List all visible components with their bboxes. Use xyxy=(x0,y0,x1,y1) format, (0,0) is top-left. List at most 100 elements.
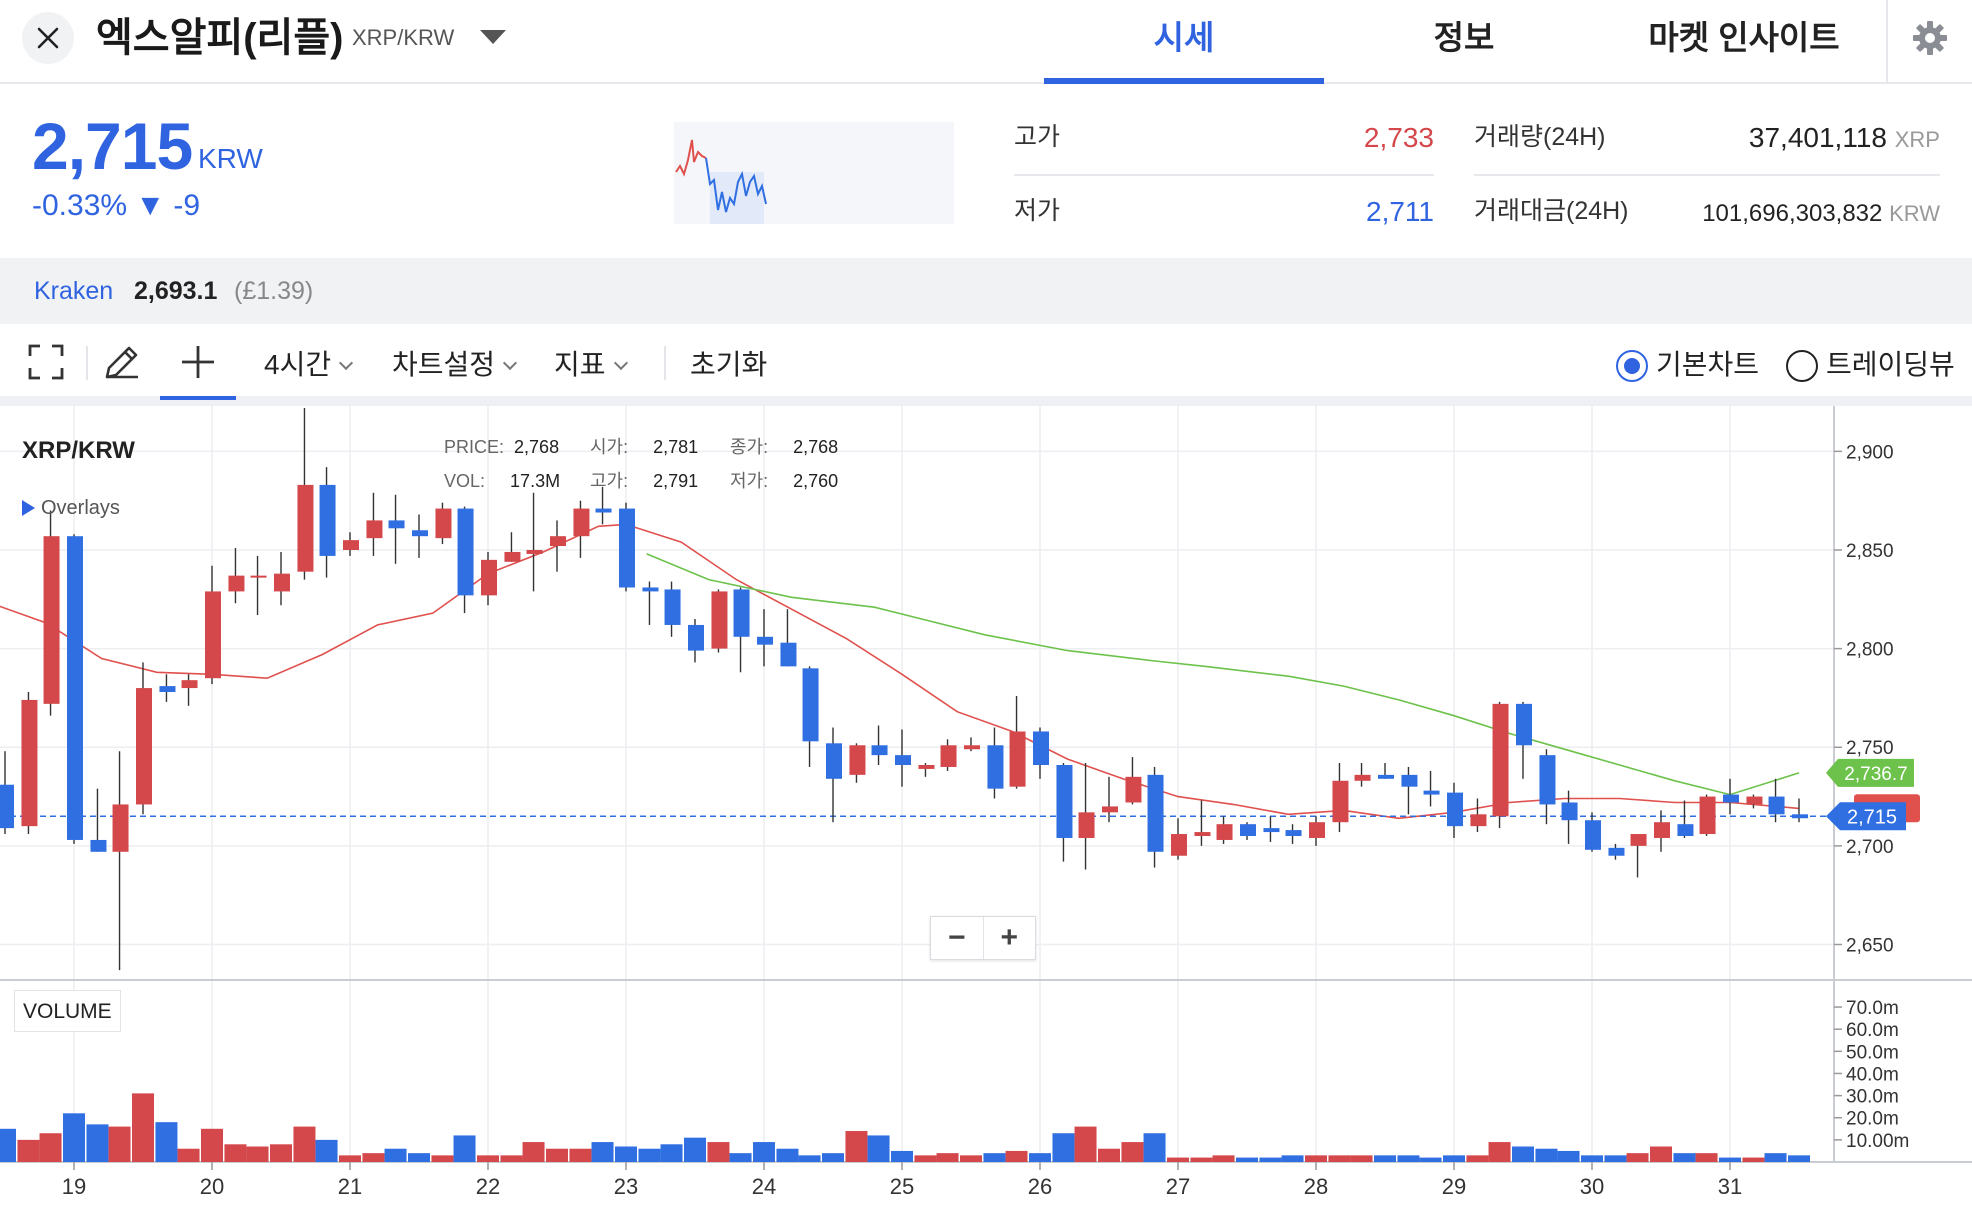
tab-market-insight[interactable]: 마켓 인사이트 xyxy=(1604,0,1884,84)
price-change: -0.33% ▼ -9 xyxy=(32,189,201,222)
overlays-label: Overlays xyxy=(41,497,120,519)
chevron-down-icon xyxy=(502,355,518,371)
zoom-out-button[interactable]: − xyxy=(931,917,984,959)
volume-bar xyxy=(1074,1126,1097,1162)
volume-bar xyxy=(822,1153,844,1162)
volume-bar xyxy=(1419,1157,1442,1162)
candle-down xyxy=(757,636,773,645)
candle-down xyxy=(457,508,474,596)
overlays-toggle[interactable]: Overlays xyxy=(22,496,120,520)
volume-bar xyxy=(17,1139,40,1162)
radio-basic-chart[interactable] xyxy=(1616,350,1648,382)
volume-bar xyxy=(1764,1153,1787,1162)
candle-up xyxy=(228,575,245,592)
chevron-down-icon xyxy=(339,355,354,371)
candle-up xyxy=(1078,812,1095,838)
volume-tick-label: 70.0m xyxy=(1846,998,1899,1019)
radio-tradingview[interactable] xyxy=(1786,350,1818,382)
candle-up xyxy=(1746,796,1763,805)
zoom-control: − + xyxy=(930,916,1036,960)
y-tick-label: 2,900 xyxy=(1846,442,1894,463)
exchange-name[interactable]: Kraken xyxy=(34,276,113,306)
candle-up xyxy=(1492,703,1509,817)
info-high-label: 고가: xyxy=(590,471,629,491)
candle-down xyxy=(1240,824,1256,837)
candle-down xyxy=(826,743,842,779)
info-price-value: 2,768 xyxy=(514,437,560,457)
caret-down-icon[interactable] xyxy=(480,30,506,44)
volume-bar xyxy=(729,1153,752,1162)
volume-bar xyxy=(63,1113,85,1162)
volume-24h: 37,401,118 XRP xyxy=(1640,122,1940,156)
volume-bar xyxy=(569,1148,592,1162)
volume-bar xyxy=(615,1146,637,1162)
reset-button[interactable]: 초기화 xyxy=(690,348,767,382)
fullscreen-icon[interactable] xyxy=(22,338,70,386)
volume-bar xyxy=(362,1153,385,1162)
settings-button[interactable] xyxy=(1910,18,1950,58)
chart-toolbar: 4시간 차트설정 지표 초기화 기본차트 트레이딩뷰 xyxy=(0,324,1972,406)
x-tick-label: 27 xyxy=(1166,1174,1190,1199)
x-tick-label: 24 xyxy=(752,1174,776,1199)
info-volume: VOL: 17.3M xyxy=(444,470,560,492)
volume-bar xyxy=(1167,1157,1189,1162)
candle-up xyxy=(711,591,728,649)
candle-down xyxy=(0,784,14,829)
radio-tradingview-label[interactable]: 트레이딩뷰 xyxy=(1826,348,1955,382)
low-value: 2,711 xyxy=(1366,196,1434,227)
gear-icon xyxy=(1913,21,1947,55)
candle-up xyxy=(964,745,980,750)
volume-bar xyxy=(546,1148,568,1162)
candle-up xyxy=(1354,774,1371,781)
toolbar-divider xyxy=(86,346,88,380)
volume-bar xyxy=(1350,1155,1373,1162)
volume-bar xyxy=(155,1122,178,1162)
volume-bar xyxy=(132,1093,154,1162)
stat-divider xyxy=(1014,174,1434,176)
info-close: 종가: 2,768 xyxy=(730,436,838,458)
volume-bar xyxy=(1673,1153,1696,1162)
tab-price[interactable]: 시세 xyxy=(1044,0,1324,84)
y-tick-label: 2,700 xyxy=(1846,837,1894,858)
radio-basic-chart-label[interactable]: 기본차트 xyxy=(1656,348,1759,382)
volume-bar xyxy=(707,1142,730,1162)
info-close-label: 종가: xyxy=(730,437,769,457)
zoom-in-button[interactable]: + xyxy=(984,917,1036,959)
candle-down xyxy=(1723,794,1739,803)
pencil-icon[interactable] xyxy=(98,338,146,386)
candle-down xyxy=(1561,802,1578,821)
volume-24h-label: 거래량(24H) xyxy=(1474,123,1606,151)
candle-down xyxy=(1285,830,1302,837)
tab-info[interactable]: 정보 xyxy=(1324,0,1604,84)
volume-bar xyxy=(1143,1133,1166,1162)
candle-down xyxy=(1423,790,1440,795)
candle-down xyxy=(1792,814,1808,819)
volume-bar xyxy=(1443,1155,1465,1162)
volume-tick-label: 20.0m xyxy=(1846,1109,1899,1130)
candle-down xyxy=(67,536,83,840)
volume-tick-label: 30.0m xyxy=(1846,1087,1899,1108)
chart-settings-menu[interactable]: 차트설정 xyxy=(392,348,518,382)
price-chart[interactable]: 2,900 2,850 2,800 2,750 2,700 2,650 70.0m 60.0m… xyxy=(0,406,1972,1224)
candle-down xyxy=(664,589,681,625)
candle-up xyxy=(940,745,957,767)
volume-bar xyxy=(177,1148,200,1162)
candle-up xyxy=(21,699,38,827)
chart-canvas[interactable]: 2,900 2,850 2,800 2,750 2,700 2,650 70.0m60.0m… xyxy=(0,406,1972,1224)
indicators-menu[interactable]: 지표 xyxy=(554,348,628,382)
candle-down xyxy=(619,508,635,588)
volume-tick-label: 50.0m xyxy=(1846,1042,1899,1063)
x-tick-label: 21 xyxy=(338,1174,362,1199)
crosshair-icon[interactable] xyxy=(174,338,222,386)
volume-bar xyxy=(500,1155,523,1162)
close-button[interactable] xyxy=(22,12,74,64)
candle-down xyxy=(802,668,819,742)
candle-down xyxy=(1147,774,1164,852)
interval-select[interactable]: 4시간 xyxy=(264,348,354,382)
x-tick-label: 30 xyxy=(1580,1174,1604,1199)
x-tick-label: 20 xyxy=(200,1174,224,1199)
candle-down xyxy=(987,745,1004,789)
info-open-label: 시가: xyxy=(590,437,629,457)
volume-bar xyxy=(453,1135,476,1162)
info-low-value: 2,760 xyxy=(793,471,839,491)
